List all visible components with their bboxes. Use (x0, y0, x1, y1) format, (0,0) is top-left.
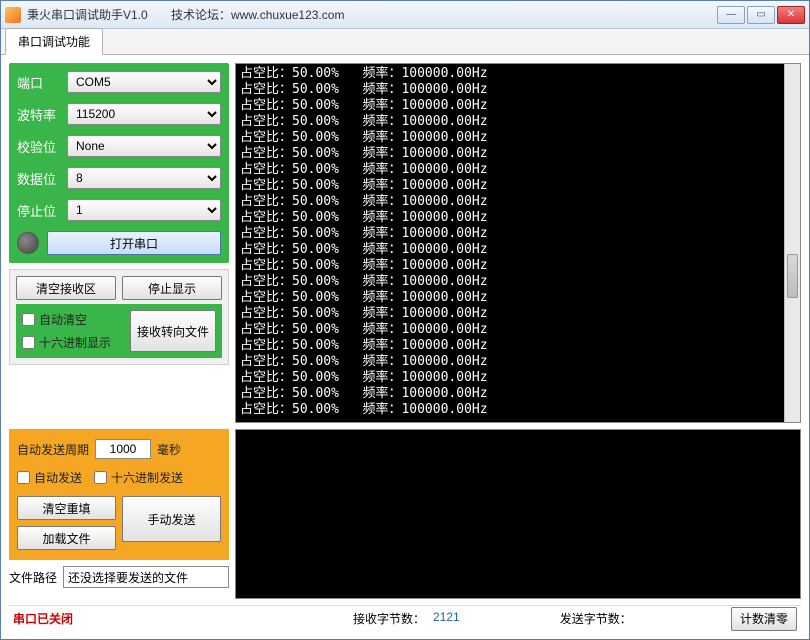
parity-select[interactable]: None (67, 135, 221, 157)
filepath-input[interactable] (63, 566, 229, 588)
send-panel: 自动发送周期 毫秒 自动发送 十六进制发送 清空重填 加载文件 手动发送 (9, 429, 229, 599)
tabbar: 串口调试功能 (1, 29, 809, 55)
databits-label: 数据位 (17, 169, 67, 188)
recv-bytes-value: 2121 (433, 610, 460, 627)
reset-counter-button[interactable]: 计数清零 (731, 607, 797, 631)
maximize-button[interactable]: ▭ (747, 6, 775, 24)
forum-url[interactable]: www.chuxue123.com (231, 8, 344, 22)
filepath-label: 文件路径 (9, 569, 57, 586)
port-status-indicator (17, 232, 39, 254)
recv-to-file-button[interactable]: 接收转向文件 (130, 310, 216, 352)
hex-send-checkbox[interactable]: 十六进制发送 (94, 469, 183, 486)
period-label: 自动发送周期 (17, 441, 89, 458)
recv-control-panel: 清空接收区 停止显示 自动清空 接收转向文件 十六进制显示 (9, 269, 229, 365)
port-state-label: 串口已关闭 (13, 610, 73, 627)
recv-scrollbar[interactable] (784, 64, 800, 422)
recv-options-panel: 自动清空 接收转向文件 十六进制显示 (16, 304, 222, 358)
stopbits-label: 停止位 (17, 201, 67, 220)
baud-label: 波特率 (17, 105, 67, 124)
window-title: 秉火串口调试助手V1.0 技术论坛：www.chuxue123.com (27, 6, 717, 23)
baud-select[interactable]: 115200 (67, 103, 221, 125)
scrollbar-thumb[interactable] (787, 254, 798, 298)
databits-select[interactable]: 8 (67, 167, 221, 189)
port-select[interactable]: COM5 (67, 71, 221, 93)
auto-send-checkbox[interactable]: 自动发送 (17, 469, 82, 486)
port-label: 端口 (17, 73, 67, 92)
clear-recv-button[interactable]: 清空接收区 (16, 276, 116, 300)
minimize-button[interactable]: — (717, 6, 745, 24)
app-icon (5, 7, 21, 23)
content-area: 端口 COM5 波特率 115200 校验位 None 数据位 8 停止位 (1, 55, 809, 639)
auto-clear-checkbox[interactable]: 自动清空 (22, 311, 122, 328)
terminal-output: 占空比：50.00% 频率：100000.00Hz 占空比：50.00% 频率：… (240, 66, 796, 418)
period-input[interactable] (95, 439, 151, 459)
stop-display-button[interactable]: 停止显示 (122, 276, 222, 300)
period-unit: 毫秒 (157, 441, 181, 458)
clear-fill-button[interactable]: 清空重填 (17, 496, 116, 520)
close-button[interactable]: ✕ (777, 6, 805, 24)
titlebar[interactable]: 秉火串口调试助手V1.0 技术论坛：www.chuxue123.com — ▭ … (1, 1, 809, 29)
app-title: 秉火串口调试助手V1.0 (27, 8, 148, 22)
manual-send-button[interactable]: 手动发送 (122, 496, 221, 542)
left-column: 端口 COM5 波特率 115200 校验位 None 数据位 8 停止位 (9, 63, 229, 423)
hex-display-checkbox[interactable]: 十六进制显示 (22, 334, 122, 351)
recv-bytes-label: 接收字节数： (353, 610, 425, 627)
parity-label: 校验位 (17, 137, 67, 156)
send-bytes-label: 发送字节数： (560, 612, 632, 626)
open-port-button[interactable]: 打开串口 (47, 231, 221, 255)
window-controls: — ▭ ✕ (717, 6, 805, 24)
load-file-button[interactable]: 加载文件 (17, 526, 116, 550)
recv-terminal[interactable]: 占空比：50.00% 频率：100000.00Hz 占空比：50.00% 频率：… (235, 63, 801, 423)
stopbits-select[interactable]: 1 (67, 199, 221, 221)
send-terminal[interactable] (235, 429, 801, 599)
send-options-panel: 自动发送周期 毫秒 自动发送 十六进制发送 清空重填 加载文件 手动发送 (9, 429, 229, 560)
serial-config-panel: 端口 COM5 波特率 115200 校验位 None 数据位 8 停止位 (9, 63, 229, 263)
forum-label: 技术论坛： (171, 8, 231, 22)
tab-serial-debug[interactable]: 串口调试功能 (5, 28, 103, 55)
app-window: 秉火串口调试助手V1.0 技术论坛：www.chuxue123.com — ▭ … (0, 0, 810, 640)
statusbar: 串口已关闭 接收字节数： 2121 发送字节数： 计数清零 (9, 605, 801, 631)
